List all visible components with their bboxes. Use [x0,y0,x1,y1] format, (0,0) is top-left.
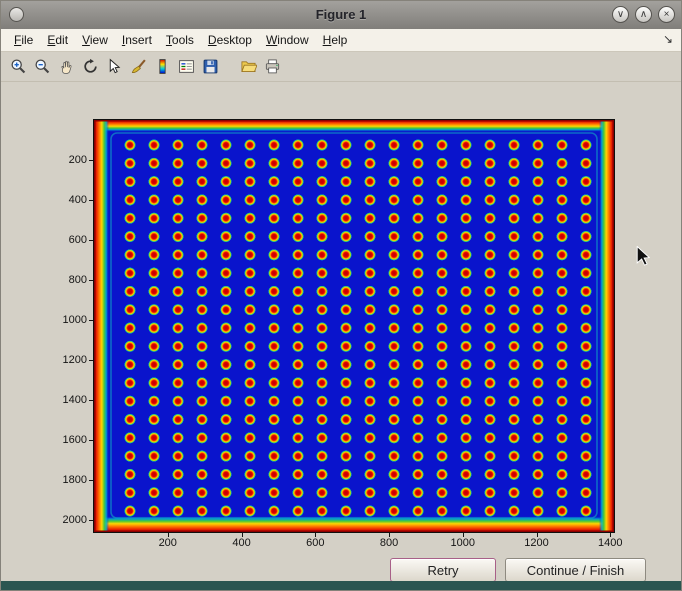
window-title: Figure 1 [1,1,681,29]
shade-button[interactable]: ∨ [612,6,629,23]
x-tick-mark [315,533,316,537]
data-cursor-icon[interactable] [103,56,125,78]
x-tick-mark [463,533,464,537]
continue-finish-button[interactable]: Continue / Finish [505,558,646,582]
menu-desktop[interactable]: Desktop [201,30,259,50]
y-tick-label: 800 [39,274,87,286]
retry-button[interactable]: Retry [390,558,496,582]
save-icon[interactable] [199,56,221,78]
y-tick-mark [89,400,93,401]
y-tick-label: 2000 [39,514,87,526]
x-tick-mark [389,533,390,537]
x-tick-mark [168,533,169,537]
x-tick-label: 800 [365,537,413,549]
y-tick-mark [89,440,93,441]
x-tick-label: 1200 [513,537,561,549]
menu-file[interactable]: File [7,30,40,50]
menu-edit[interactable]: Edit [40,30,75,50]
x-tick-mark [242,533,243,537]
colorbar-icon[interactable] [151,56,173,78]
brush-icon[interactable] [127,56,149,78]
y-tick-label: 1200 [39,354,87,366]
figure-window: Figure 1 ∨ ∧ × FileEditViewInsertToolsDe… [0,0,682,591]
menu-overflow-icon[interactable]: ↘ [663,32,673,46]
y-tick-mark [89,480,93,481]
y-tick-mark [89,240,93,241]
y-tick-mark [89,520,93,521]
open-icon[interactable] [237,56,259,78]
toolbar-separator [223,56,235,78]
menu-tools[interactable]: Tools [159,30,201,50]
x-tick-label: 1400 [586,537,634,549]
menu-insert[interactable]: Insert [115,30,159,50]
titlebar[interactable]: Figure 1 ∨ ∧ × [1,1,681,30]
y-tick-label: 1400 [39,394,87,406]
zoom-out-icon[interactable] [31,56,53,78]
y-tick-label: 1800 [39,474,87,486]
mouse-cursor [636,246,650,266]
print-icon[interactable] [261,56,283,78]
x-tick-label: 600 [291,537,339,549]
y-tick-mark [89,200,93,201]
x-tick-label: 400 [218,537,266,549]
y-tick-mark [89,160,93,161]
menu-help[interactable]: Help [316,30,355,50]
y-tick-mark [89,360,93,361]
rotate-3d-icon[interactable] [79,56,101,78]
x-tick-mark [537,533,538,537]
toolbar [1,52,681,82]
y-tick-label: 200 [39,154,87,166]
maximize-button[interactable]: ∧ [635,6,652,23]
y-tick-mark [89,280,93,281]
y-tick-label: 600 [39,234,87,246]
menu-window[interactable]: Window [259,30,316,50]
pan-icon[interactable] [55,56,77,78]
legend-icon[interactable] [175,56,197,78]
close-button[interactable]: × [658,6,675,23]
y-tick-label: 1000 [39,314,87,326]
menu-view[interactable]: View [75,30,115,50]
plot-image[interactable] [93,119,615,533]
y-tick-label: 1600 [39,434,87,446]
x-tick-label: 1000 [439,537,487,549]
window-bottom-edge [1,581,681,590]
menubar: FileEditViewInsertToolsDesktopWindowHelp… [1,29,681,52]
zoom-in-icon[interactable] [7,56,29,78]
x-tick-mark [610,533,611,537]
y-tick-mark [89,320,93,321]
y-tick-label: 400 [39,194,87,206]
x-tick-label: 200 [144,537,192,549]
